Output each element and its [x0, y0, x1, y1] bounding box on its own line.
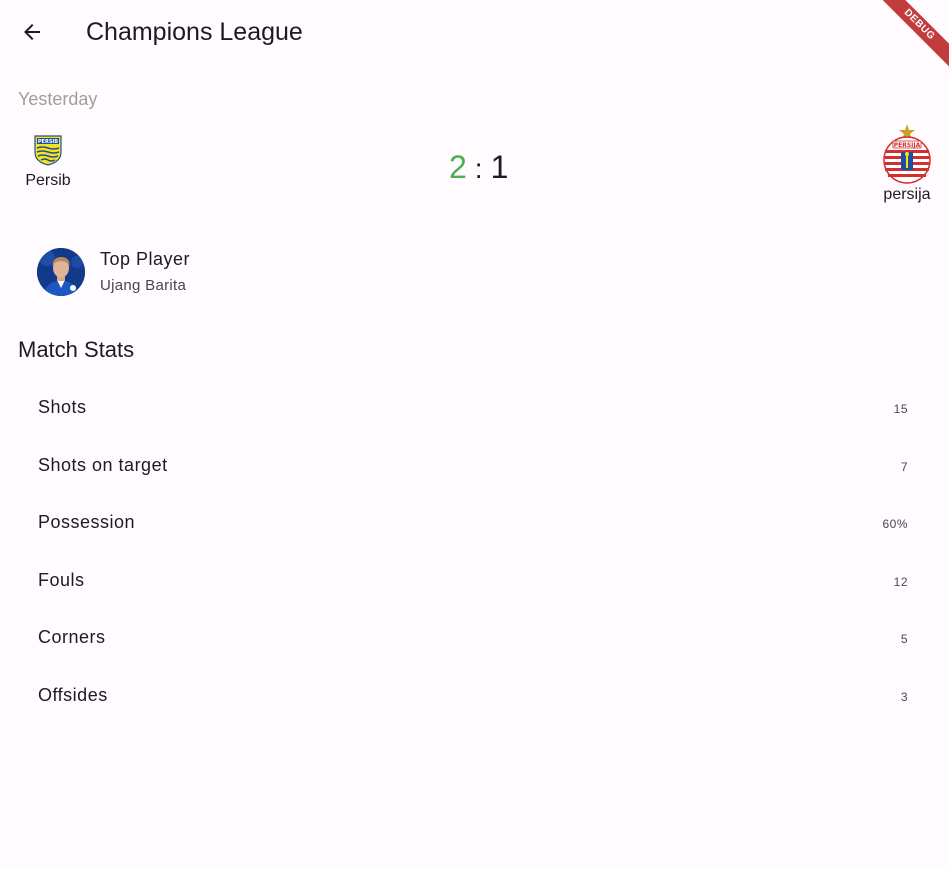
stat-row-corners[interactable]: Corners 5 [0, 610, 949, 668]
svg-text:PERSIJA: PERSIJA [894, 142, 921, 149]
top-player[interactable]: Top Player Ujang Barita [37, 247, 190, 297]
svg-text:PERSIB: PERSIB [38, 139, 58, 145]
stat-value: 5 [900, 632, 908, 647]
stat-value: 15 [893, 402, 908, 416]
page-title: Champions League [86, 18, 303, 46]
stat-row-fouls[interactable]: Fouls 12 [0, 553, 949, 611]
match-date: Yesterday [18, 89, 98, 109]
app-bar: Champions League [0, 0, 949, 64]
stat-label: Offsides [38, 684, 108, 705]
away-team[interactable]: PERSIJA persija [876, 122, 938, 204]
score-separator: : [474, 153, 483, 184]
avatar [37, 248, 85, 296]
stat-label: Shots [38, 397, 87, 417]
stat-label: Fouls [38, 569, 85, 590]
persija-logo: PERSIJA [883, 124, 931, 184]
away-team-name: persija [883, 186, 931, 203]
stat-row-possession[interactable]: Possession 60% [0, 495, 949, 553]
stat-row-offsides[interactable]: Offsides 3 [0, 668, 949, 726]
stat-value: 7 [900, 459, 908, 474]
stat-value: 3 [900, 689, 908, 704]
stat-label: Possession [38, 512, 136, 533]
away-score: 1 [490, 149, 509, 185]
stat-label: Shots on target [38, 454, 168, 475]
stat-value: 12 [893, 574, 908, 589]
stat-row-shots-on-target[interactable]: Shots on target 7 [0, 438, 949, 496]
home-team[interactable]: PERSIB Persib [20, 134, 76, 190]
score-display: 2 : 1 [449, 148, 508, 188]
top-player-name: Ujang Barita [100, 277, 187, 294]
top-player-info: Top Player Ujang Barita [100, 247, 190, 297]
stat-value: 60% [882, 517, 908, 532]
stat-label: Corners [38, 627, 106, 648]
stat-row-shots[interactable]: Shots 15 [0, 380, 949, 438]
stats-list: Shots 15 Shots on target 7 Possession 60… [0, 380, 949, 726]
home-score: 2 [449, 149, 467, 185]
back-button[interactable] [8, 8, 56, 56]
persib-logo: PERSIB [34, 135, 62, 166]
top-player-title: Top Player [100, 249, 191, 269]
arrow-back-icon [24, 24, 40, 40]
match-stats-title: Match Stats [18, 337, 135, 362]
home-team-name: Persib [25, 172, 71, 189]
